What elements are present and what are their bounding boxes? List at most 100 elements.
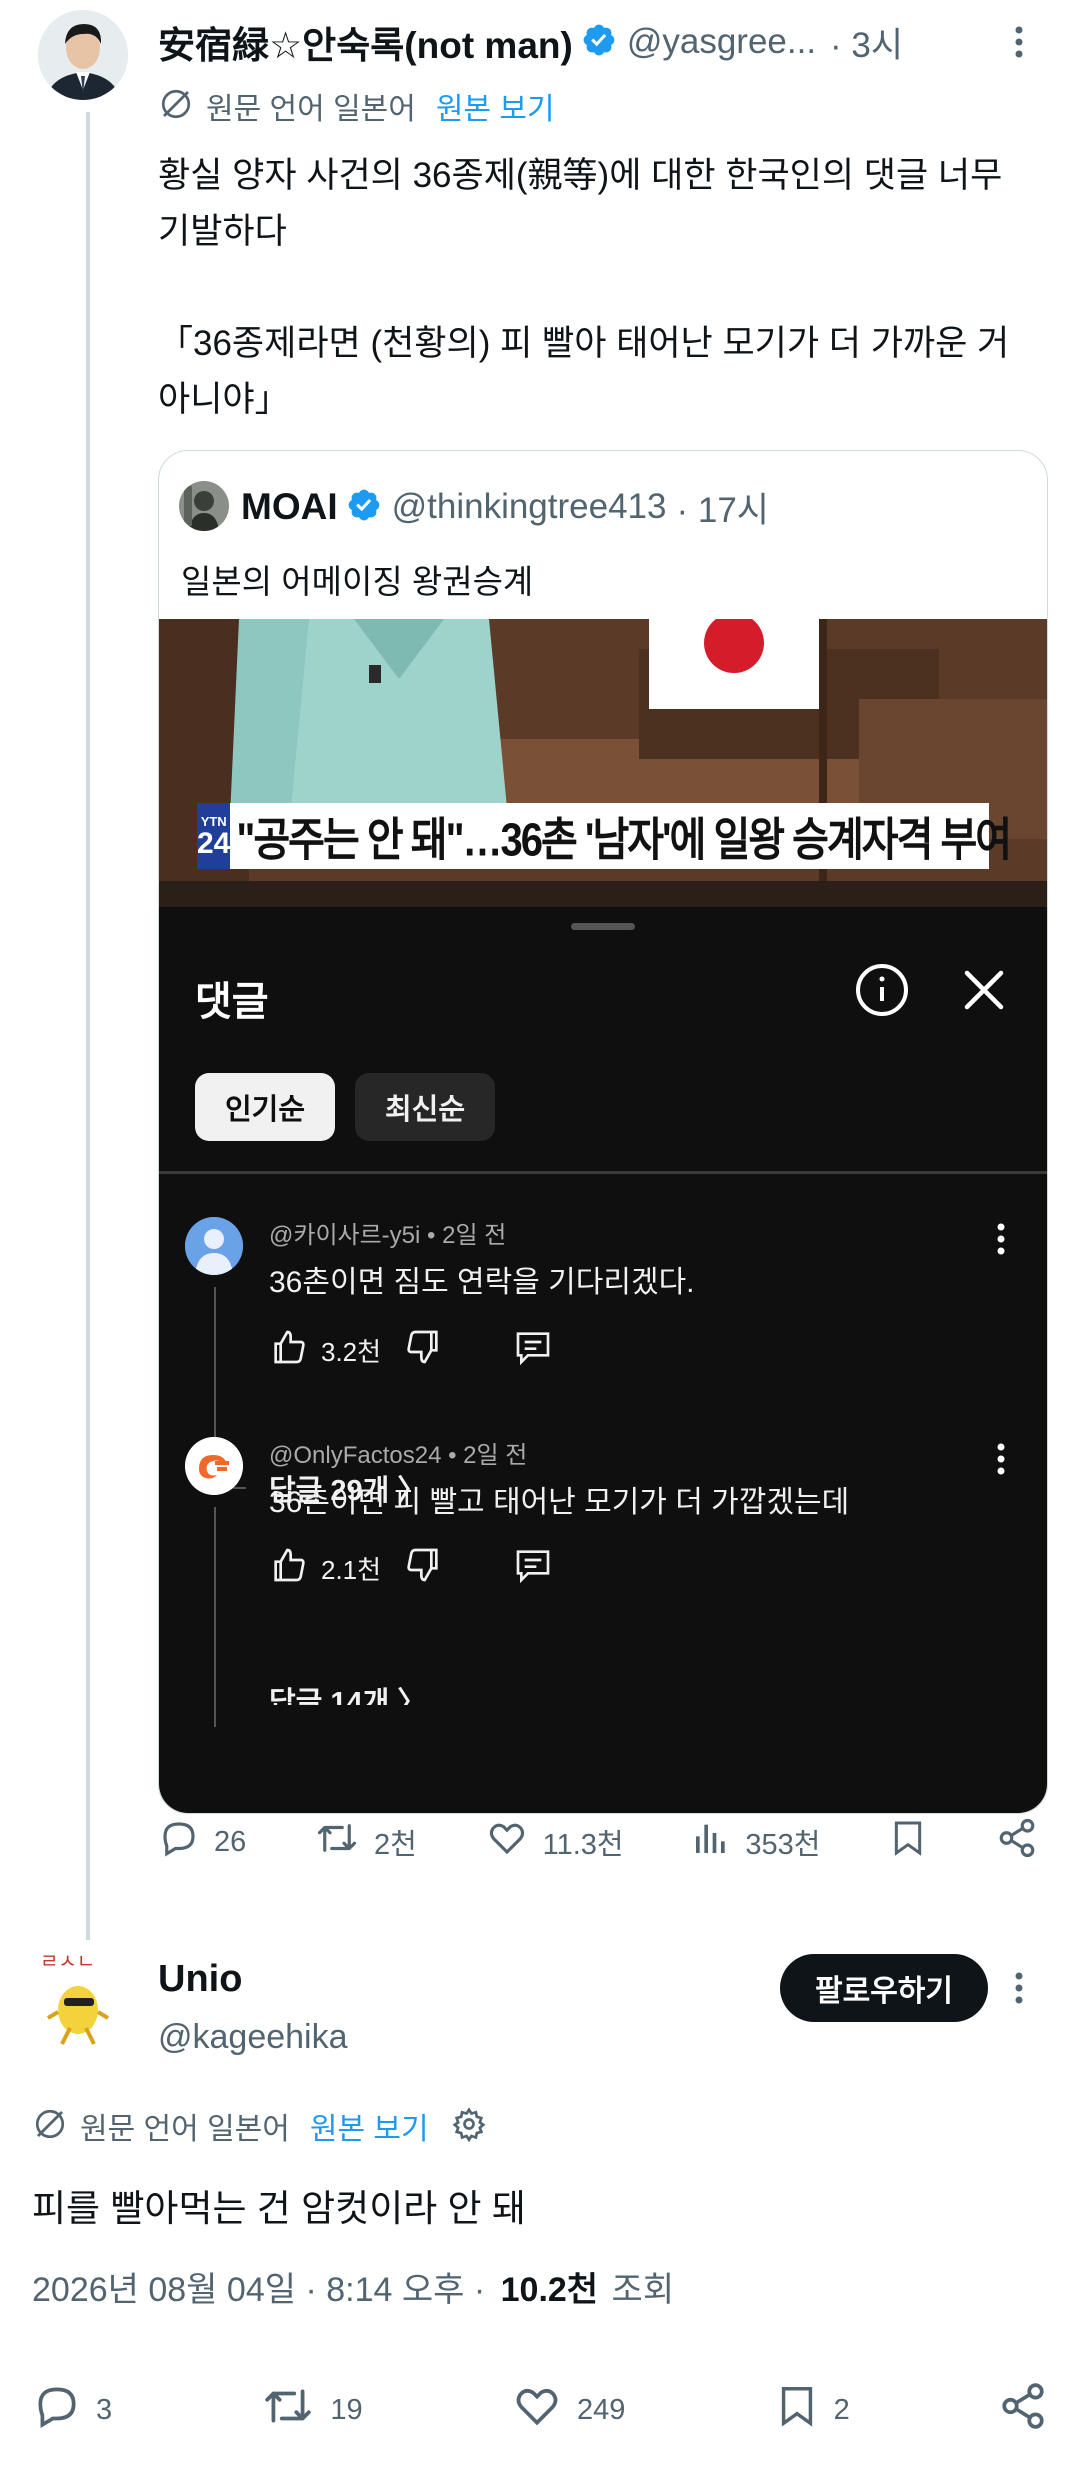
post-header: 安宿緑☆안숙록(not man) @yasgree... · 3시 [158,14,1058,70]
quote-post-time[interactable]: · 17시 [676,482,769,533]
heart-icon [485,1817,529,1867]
more-options-icon[interactable] [1004,22,1034,62]
quote-text: 일본의 어메이징 왕권승계 [181,563,534,600]
repost-button[interactable]: 2천 [314,1817,417,1867]
reply-like-count: 249 [576,2393,626,2426]
reply-icon[interactable] [513,1545,553,1592]
show-original-link[interactable]: 원본 보기 [310,2104,429,2148]
reply-reply-button[interactable]: 3 [32,2381,112,2439]
reply-repost-count: 19 [330,2393,363,2426]
views-count: 353천 [745,1829,821,1861]
commenter-avatar[interactable] [185,1437,243,1495]
reply-author-avatar[interactable]: ㄹㅅㄴ [30,1940,130,2050]
comment-actions: 2.1천 [269,1545,553,1592]
post-time[interactable]: · 3시 [830,17,903,68]
share-icon [998,2381,1048,2439]
reply-icon[interactable] [513,1327,553,1374]
author-avatar[interactable] [38,10,128,100]
repost-count: 2천 [374,1829,417,1861]
show-original-link[interactable]: 원본 보기 [436,84,555,128]
views-chart-icon [691,1817,731,1867]
views-button[interactable]: 353천 [691,1817,820,1867]
comment-actions: 3.2천 [269,1327,553,1374]
info-icon[interactable] [855,963,909,1022]
thread-line-2 [214,1507,246,1727]
quote-header: MOAI @thinkingtree413 · 17시 [241,479,769,535]
reply-translation-bar: 원문 언어 일본어 원본 보기 [32,2104,487,2148]
comment-more-icon[interactable] [995,1439,1007,1484]
translation-label: 원문 언어 일본어 [206,93,416,126]
dislike-icon[interactable] [403,1327,443,1374]
reply-timestamp[interactable]: 2026년 08월 04일 · 8:14 오후 · [32,2271,485,2309]
quote-author-handle[interactable]: @thinkingtree413 [392,487,667,527]
comment-text: 36촌이면 피 빨고 태어난 모기가 더 가깝겠는데 [269,1486,850,1519]
dislike-icon[interactable] [403,1545,443,1592]
tab-latest[interactable]: 최신순 [355,1073,495,1141]
avatar-scribble-text: ㄹㅅㄴ [40,1949,95,1973]
like-count: 2.1천 [321,1555,382,1585]
drag-handle[interactable] [571,923,635,930]
reply-author-name[interactable]: Unio [158,1958,242,2001]
repost-icon [260,2381,316,2439]
comments-title: 댓글 [195,980,269,1024]
news-caption-bar: YTN 24 "공주는 안 돼"…36촌 '남자'에 일왕 승계자격 부여 [197,803,1012,869]
reply-timestamp-row: 2026년 08월 04일 · 8:14 오후 · 10.2천 조회 [32,2262,674,2311]
reply-share-button[interactable] [998,2381,1048,2439]
quote-author-name[interactable]: MOAI [241,486,338,528]
like-count: 11.3천 [542,1829,624,1861]
comment-text: 36촌이면 짐도 연락을 기다리겠다. [269,1266,695,1299]
like-icon[interactable] [269,1545,309,1592]
bookmark-icon [774,2380,820,2440]
bookmark-button[interactable] [888,1816,928,1868]
close-icon[interactable] [959,965,1009,1020]
reply-repost-button[interactable]: 19 [260,2381,363,2439]
reply-icon [158,1817,200,1867]
follow-button[interactable]: 팔로우하기 [780,1954,988,2022]
like-button[interactable]: 11.3천 [485,1817,624,1867]
like-count: 3.2천 [321,1337,382,1367]
translate-icon [158,86,194,127]
reply-reply-count: 3 [96,2393,113,2426]
divider [159,1171,1047,1174]
translation-bar: 원문 언어 일본어 원본 보기 [158,84,555,128]
comment-meta: @OnlyFactos24 • 2일 전 [269,1442,528,1469]
translate-icon [32,2106,68,2147]
ytn24-logo: YTN 24 [197,803,231,869]
bookmark-icon [888,1816,928,1868]
youtube-comments-panel: 댓글 인기순 최신순 @카이사르-y5i • 2일 전 36촌이면 짐도 연락을… [159,907,1047,1813]
comment-meta: @카이사르-y5i • 2일 전 [269,1222,507,1249]
reply-more-options-icon[interactable] [1004,1968,1034,2008]
replies-link[interactable]: 답글 14개 〉 [269,1679,426,1705]
heart-icon [511,2381,563,2439]
reply-views-count: 10.2천 [500,2271,599,2309]
reply-bookmark-count: 2 [833,2393,850,2426]
thread-connector [86,112,90,1960]
quoted-post-card[interactable]: MOAI @thinkingtree413 · 17시 일본의 어메이징 왕권승… [158,450,1048,1814]
author-handle[interactable]: @yasgree... [627,22,816,62]
commenter-avatar[interactable] [185,1217,243,1275]
post-text: 황실 양자 사건의 36종제(親等)에 대한 한국인의 댓글 너무 기발하다 「… [158,156,1010,419]
reply-like-button[interactable]: 249 [511,2381,625,2439]
reply-author-handle[interactable]: @kageehika [158,2018,348,2057]
news-bottom-strip [159,881,1047,907]
reply-bookmark-button[interactable]: 2 [774,2380,850,2440]
verified-badge-icon [581,22,617,63]
reply-action-bar: 3 19 249 2 [32,2378,1048,2442]
share-button[interactable] [996,1817,1038,1867]
translation-label: 원문 언어 일본어 [80,2113,290,2146]
share-icon [996,1817,1038,1867]
settings-gear-icon[interactable] [451,2106,487,2147]
ytn-logo-number: 24 [197,826,231,860]
reply-button[interactable]: 26 [158,1817,246,1867]
tab-popular[interactable]: 인기순 [195,1073,335,1141]
quote-verified-badge-icon [346,487,382,528]
repost-icon [314,1817,360,1867]
author-name[interactable]: 安宿緑☆안숙록(not man) [158,15,573,69]
reply-text: 피를 빨아먹는 건 암컷이라 안 돼 [32,2188,526,2229]
news-screenshot[interactable]: YTN 24 "공주는 안 돼"…36촌 '남자'에 일왕 승계자격 부여 [159,619,1047,907]
reply-views-label: 조회 [611,2271,675,2309]
comment-more-icon[interactable] [995,1219,1007,1264]
like-icon[interactable] [269,1327,309,1374]
news-headline: "공주는 안 돼"…36촌 '남자'에 일왕 승계자격 부여 [236,815,1012,866]
quote-author-avatar[interactable] [179,481,229,531]
